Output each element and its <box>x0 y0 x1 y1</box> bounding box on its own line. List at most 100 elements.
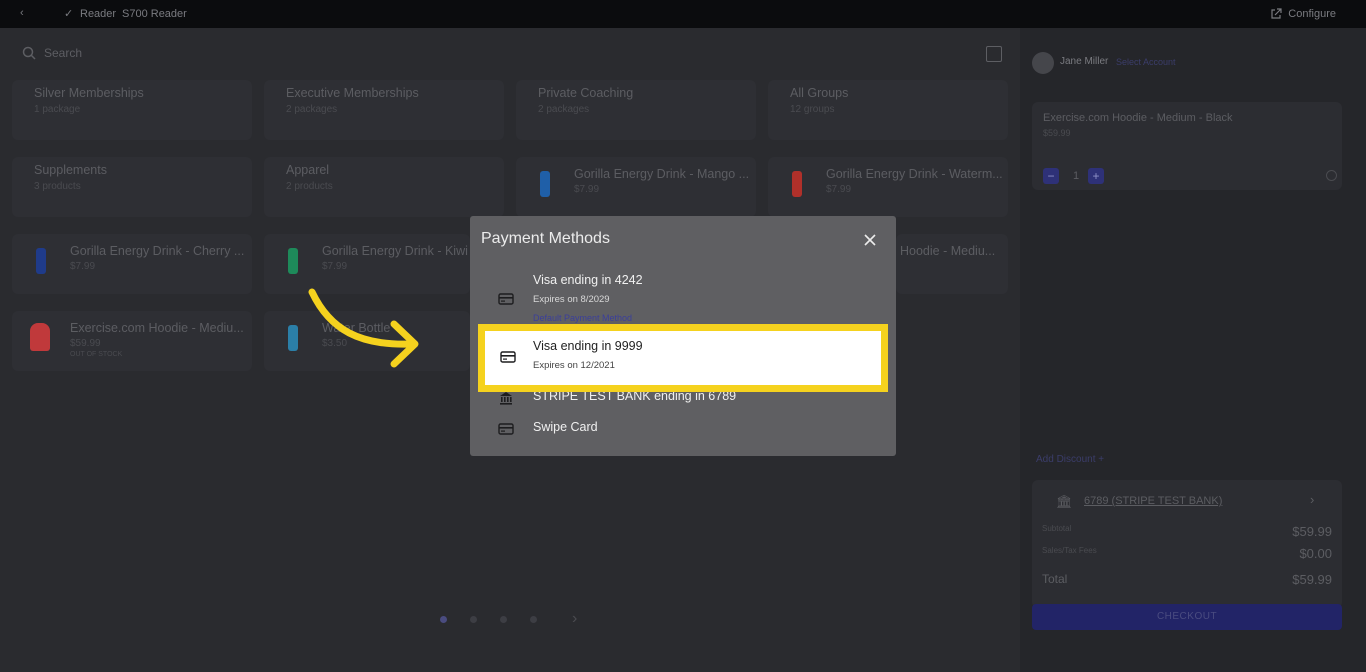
check-icon: ✓ <box>64 8 74 20</box>
checkout-button[interactable]: CHECKOUT <box>1032 604 1342 630</box>
cart-item-name: Exercise.com Hoodie - Medium - Black <box>1043 112 1233 124</box>
product-image <box>540 171 550 197</box>
product-price: $7.99 <box>322 261 348 272</box>
payment-method-title: Visa ending in 9999 <box>533 339 643 353</box>
reader-label: Reader <box>80 8 117 20</box>
next-page-icon[interactable]: › <box>572 610 577 628</box>
plus-icon: + <box>1098 454 1105 465</box>
subtotal-label: Subtotal <box>1042 524 1072 533</box>
modal-title: Payment Methods <box>481 230 610 247</box>
close-icon[interactable] <box>862 232 878 248</box>
product-price: $7.99 <box>574 184 600 195</box>
product-image <box>792 171 802 197</box>
product-image <box>36 248 46 274</box>
page-dot[interactable] <box>470 616 477 623</box>
category-tile[interactable]: Private Coaching 2 packages <box>516 80 756 140</box>
pagination <box>440 616 537 623</box>
configure-button[interactable]: Configure <box>1270 8 1336 20</box>
reader-model: S700 Reader <box>122 8 187 20</box>
stock-status: OUT OF STOCK <box>70 351 123 358</box>
product-name: Hoodie - Mediu... <box>900 244 996 258</box>
category-name: Silver Memberships <box>34 86 144 100</box>
fees-row: Sales/Tax Fees $0.00 <box>1042 546 1332 561</box>
product-price: $59.99 <box>70 338 101 349</box>
category-tile[interactable]: Silver Memberships 1 package <box>12 80 252 140</box>
increase-quantity-button[interactable]: + <box>1088 168 1104 184</box>
product-name: Gorilla Energy Drink - Waterm... <box>826 167 1003 181</box>
total-label: Total <box>1042 572 1068 586</box>
chevron-right-icon[interactable]: › <box>1310 492 1314 507</box>
total-row: Total $59.99 <box>1042 572 1332 587</box>
product-image <box>288 248 298 274</box>
card-icon <box>498 423 514 435</box>
page-dot[interactable] <box>530 616 537 623</box>
external-link-icon <box>1271 8 1282 19</box>
select-account-link[interactable]: Select Account <box>1116 57 1176 67</box>
category-name: Private Coaching <box>538 86 634 100</box>
product-image <box>30 323 50 351</box>
barcode-scan-icon[interactable] <box>986 46 1002 62</box>
highlighted-payment-method[interactable]: Visa ending in 9999 Expires on 12/2021 <box>478 324 888 392</box>
category-name: Apparel <box>286 163 330 177</box>
customer-name: Jane Miller <box>1060 56 1109 67</box>
total-value: $59.99 <box>1292 572 1332 587</box>
top-bar: ‹ ✓ Reader S700 Reader Configure <box>0 0 1366 28</box>
payment-method-expiry: Expires on 12/2021 <box>533 360 615 371</box>
add-discount-label: Add Discount <box>1036 454 1096 465</box>
decrease-quantity-button[interactable]: − <box>1043 168 1059 184</box>
category-count: 12 groups <box>790 104 835 115</box>
payment-summary: 🏛 6789 (STRIPE TEST BANK) › Subtotal $59… <box>1032 480 1342 608</box>
category-tile[interactable]: All Groups 12 groups <box>768 80 1008 140</box>
product-name: Gorilla Energy Drink - Kiwi S <box>322 244 480 258</box>
category-name: Executive Memberships <box>286 86 419 100</box>
fees-label: Sales/Tax Fees <box>1042 546 1097 555</box>
default-payment-badge: Default Payment Method <box>533 313 633 323</box>
search-input[interactable]: Search <box>44 46 82 60</box>
product-tile[interactable]: Exercise.com Hoodie - Mediu... $59.99 OU… <box>12 311 252 371</box>
cart-item: Exercise.com Hoodie - Medium - Black $59… <box>1032 102 1342 190</box>
product-price: $7.99 <box>826 184 852 195</box>
category-count: 3 products <box>34 181 81 192</box>
payment-method-title[interactable]: Swipe Card <box>533 420 598 434</box>
payment-method-expiry: Expires on 8/2029 <box>533 294 610 305</box>
search-icon <box>22 46 36 60</box>
fees-value: $0.00 <box>1299 546 1332 561</box>
payment-method-title[interactable]: Visa ending in 4242 <box>533 273 643 287</box>
product-tile[interactable]: Gorilla Energy Drink - Cherry ... $7.99 <box>12 234 252 294</box>
category-tile[interactable]: Apparel 2 products <box>264 157 504 217</box>
selected-payment-method[interactable]: 6789 (STRIPE TEST BANK) <box>1084 495 1222 507</box>
quantity-value: 1 <box>1073 170 1080 182</box>
category-count: 2 products <box>286 181 333 192</box>
search-bar[interactable]: Search <box>22 46 82 60</box>
category-count: 2 packages <box>538 104 590 115</box>
cart-panel: Jane Miller Select Account Exercise.com … <box>1020 28 1366 672</box>
category-tile[interactable]: Supplements 3 products <box>12 157 252 217</box>
back-button[interactable]: ‹ <box>20 7 24 19</box>
page-dot[interactable] <box>500 616 507 623</box>
remove-item-icon[interactable] <box>1326 170 1337 181</box>
cart-item-price: $59.99 <box>1043 128 1071 138</box>
add-discount-button[interactable]: Add Discount + <box>1036 454 1104 465</box>
category-count: 2 packages <box>286 104 338 115</box>
bank-icon: 🏛 <box>1056 494 1073 509</box>
annotation-arrow-icon <box>308 288 419 368</box>
product-name: Exercise.com Hoodie - Mediu... <box>70 321 244 335</box>
category-name: Supplements <box>34 163 107 177</box>
product-name: Gorilla Energy Drink - Cherry ... <box>70 244 245 258</box>
bank-icon <box>500 392 512 405</box>
category-tile[interactable]: Executive Memberships 2 packages <box>264 80 504 140</box>
product-tile[interactable]: Gorilla Energy Drink - Waterm... $7.99 <box>768 157 1008 217</box>
product-price: $7.99 <box>70 261 96 272</box>
product-tile[interactable]: Gorilla Energy Drink - Mango ... $7.99 <box>516 157 756 217</box>
subtotal-value: $59.99 <box>1292 524 1332 539</box>
category-name: All Groups <box>790 86 849 100</box>
product-tile[interactable]: Hoodie - Mediu... <box>896 234 1008 294</box>
subtotal-row: Subtotal $59.99 <box>1042 524 1332 539</box>
card-icon <box>500 351 516 363</box>
product-image <box>288 325 298 351</box>
product-name: Gorilla Energy Drink - Mango ... <box>574 167 750 181</box>
card-icon <box>498 293 514 305</box>
category-count: 1 package <box>34 104 81 115</box>
configure-label: Configure <box>1288 8 1336 20</box>
page-dot[interactable] <box>440 616 447 623</box>
